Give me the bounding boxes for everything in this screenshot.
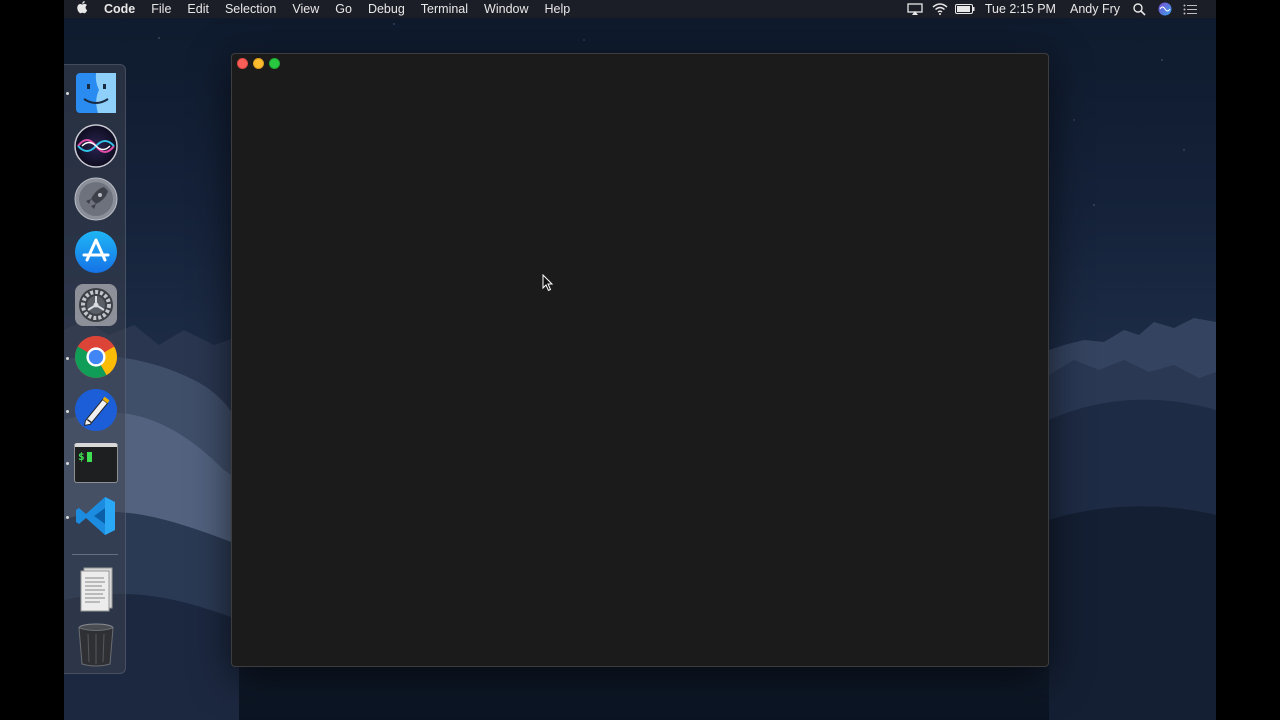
menu-help[interactable]: Help	[537, 0, 579, 18]
menu-view[interactable]: View	[284, 0, 327, 18]
launchpad-icon	[74, 177, 118, 221]
vscode-icon	[76, 497, 115, 535]
apple-logo-icon[interactable]	[64, 0, 100, 19]
close-window-button[interactable]	[237, 58, 248, 69]
minimize-window-button[interactable]	[253, 58, 264, 69]
terminal-cursor-block	[87, 452, 92, 462]
menu-file[interactable]: File	[143, 0, 179, 18]
menu-app-name[interactable]: Code	[100, 0, 143, 18]
dock-item-chrome[interactable]	[74, 335, 118, 379]
siri-icon	[74, 124, 118, 168]
chrome-icon	[74, 335, 118, 379]
window-controls	[237, 58, 280, 69]
terminal-content-area[interactable]	[232, 72, 1048, 666]
menu-debug[interactable]: Debug	[360, 0, 413, 18]
menu-window[interactable]: Window	[476, 0, 536, 18]
terminal-prompt-glyph: $	[78, 450, 85, 463]
menubar-user[interactable]: Andy Fry	[1063, 0, 1127, 18]
dock-item-system-preferences[interactable]	[74, 283, 118, 327]
wifi-icon[interactable]	[928, 0, 953, 18]
dock-item-app-store[interactable]	[74, 230, 118, 274]
notification-center-icon[interactable]	[1177, 0, 1202, 18]
menu-go[interactable]: Go	[327, 0, 360, 18]
system-preferences-icon	[75, 284, 117, 326]
running-indicator	[66, 92, 69, 95]
letterbox-left	[0, 0, 64, 720]
menu-edit[interactable]: Edit	[179, 0, 217, 18]
letterbox-right	[1216, 0, 1280, 720]
running-indicator	[66, 462, 69, 465]
dock-item-finder[interactable]	[74, 71, 118, 115]
menu-selection[interactable]: Selection	[217, 0, 284, 18]
finder-icon	[76, 73, 116, 113]
menubar-clock[interactable]: Tue 2:15 PM	[978, 0, 1063, 18]
dock-item-terminal[interactable]: $	[74, 441, 118, 485]
dock-separator	[72, 554, 118, 555]
dock-item-vscode[interactable]	[74, 494, 118, 538]
trash-icon	[78, 623, 114, 667]
terminal-window[interactable]	[231, 53, 1049, 667]
dock-item-launchpad[interactable]	[74, 177, 118, 221]
maximize-window-button[interactable]	[269, 58, 280, 69]
siri-icon[interactable]	[1152, 0, 1177, 18]
terminal-icon: $	[74, 443, 118, 483]
dock-item-trash[interactable]	[74, 623, 118, 667]
battery-icon[interactable]	[953, 0, 978, 18]
mouse-pointer-icon	[542, 274, 554, 292]
menu-bar: Code File Edit Selection View Go Debug T…	[64, 0, 1216, 18]
document-stack-icon	[80, 567, 113, 612]
dock-item-sketchbook[interactable]	[74, 388, 118, 432]
airplay-icon[interactable]	[903, 0, 928, 18]
running-indicator	[66, 357, 69, 360]
running-indicator	[66, 410, 69, 413]
dock: $	[64, 64, 126, 674]
menu-terminal[interactable]: Terminal	[413, 0, 476, 18]
pen-icon	[74, 388, 118, 432]
app-store-icon	[75, 231, 117, 273]
running-indicator	[66, 516, 69, 519]
dock-item-siri[interactable]	[74, 124, 118, 168]
dock-item-documents[interactable]	[74, 567, 118, 612]
spotlight-icon[interactable]	[1127, 0, 1152, 18]
